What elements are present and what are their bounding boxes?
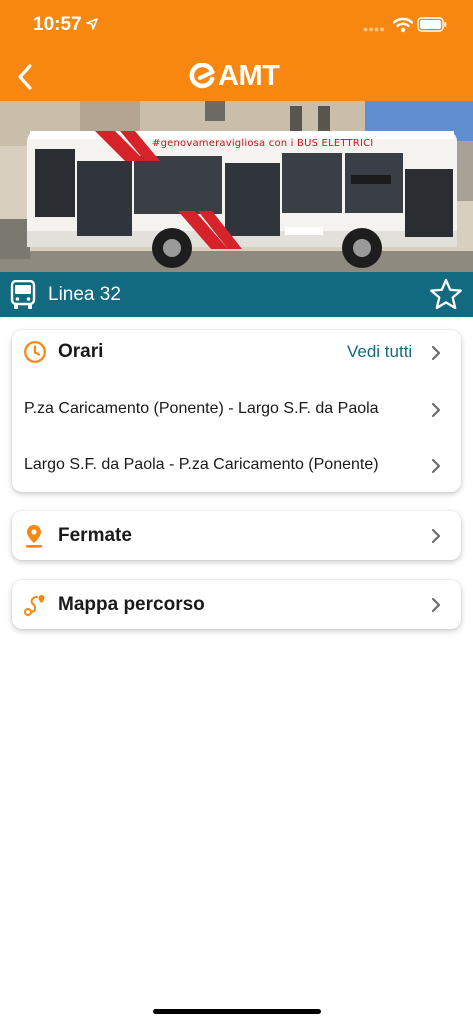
chevron-right-icon — [431, 528, 441, 544]
orari-card: Orari Vedi tutti P.za Caricamento (Ponen… — [12, 330, 461, 492]
line-title: Linea 32 — [48, 284, 121, 305]
line-bar: Linea 32 — [0, 272, 473, 317]
location-arrow-icon — [86, 18, 98, 30]
route-label: P.za Caricamento (Ponente) - Largo S.F. … — [24, 400, 379, 417]
back-button[interactable] — [10, 60, 40, 94]
fermate-title: Fermate — [58, 525, 132, 546]
bus-icon — [10, 280, 36, 309]
battery-icon — [417, 17, 447, 32]
wifi-icon — [393, 17, 413, 33]
star-outline-icon — [430, 278, 462, 310]
chevron-right-icon — [431, 345, 441, 361]
amt-logo: AMT — [189, 59, 280, 92]
status-time: 10:57 — [33, 14, 82, 35]
chevron-right-icon — [431, 458, 441, 474]
favorite-button[interactable] — [429, 278, 463, 316]
map-pin-icon — [26, 525, 42, 548]
mappa-card[interactable]: Mappa percorso — [12, 580, 461, 629]
bus-illustration — [0, 101, 473, 272]
see-all-link[interactable]: Vedi tutti — [347, 342, 412, 362]
chevron-right-icon — [431, 597, 441, 613]
app-header: 10:57 AMT — [0, 0, 473, 101]
bus-photo: #genovameravigliosa con i BUS ELETTRICI — [0, 101, 473, 272]
fermate-card[interactable]: Fermate — [12, 511, 461, 560]
orari-row[interactable]: Orari Vedi tutti — [12, 330, 461, 376]
logo-text: AMT — [218, 59, 280, 92]
bus-banner-text: #genovameravigliosa con i BUS ELETTRICI — [152, 138, 374, 149]
signal-dots-icon — [363, 27, 384, 32]
home-indicator[interactable] — [153, 1009, 321, 1014]
orari-title: Orari — [58, 341, 104, 362]
route-row[interactable]: P.za Caricamento (Ponente) - Largo S.F. … — [12, 386, 461, 432]
clock-icon — [24, 341, 46, 363]
chevron-right-icon — [431, 402, 441, 418]
mappa-title: Mappa percorso — [58, 594, 205, 615]
route-label: Largo S.F. da Paola - P.za Caricamento (… — [24, 456, 379, 473]
route-row[interactable]: Largo S.F. da Paola - P.za Caricamento (… — [12, 442, 461, 488]
route-icon — [24, 595, 45, 616]
amt-logo-icon — [189, 63, 215, 89]
chevron-left-icon — [18, 64, 32, 90]
